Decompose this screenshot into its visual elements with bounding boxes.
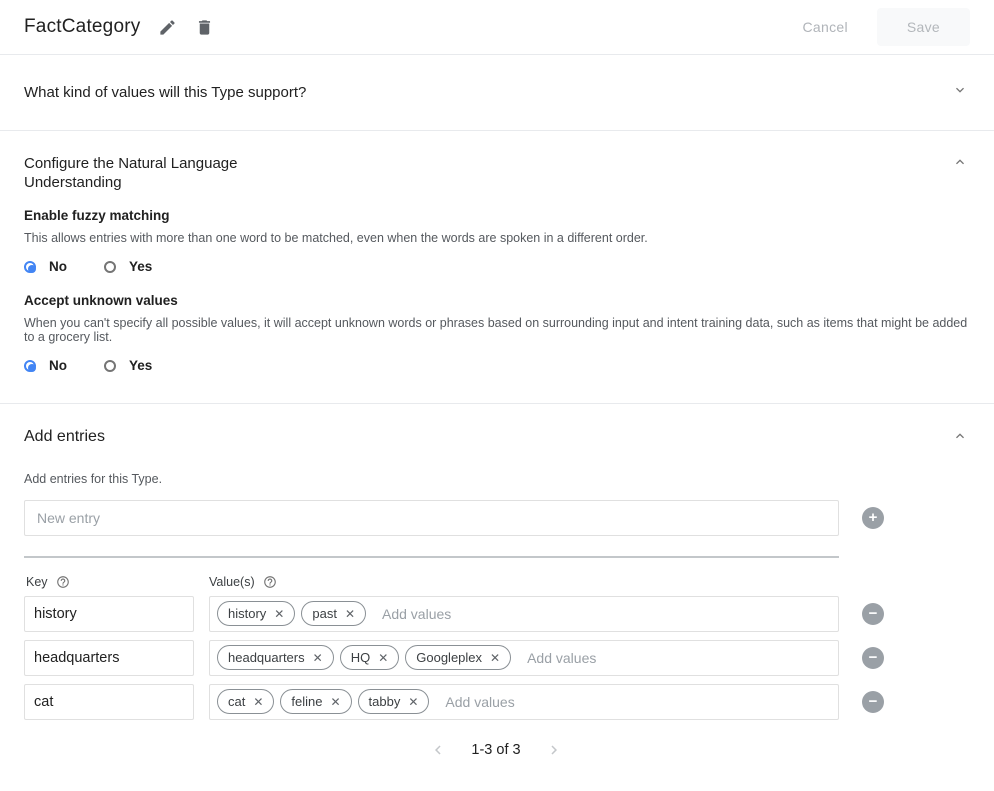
help-icon[interactable] (263, 575, 277, 589)
entry-rows: history ✕ past ✕ Add values − headquarters ✕… (24, 596, 968, 720)
chip-label: cat (228, 694, 245, 709)
minus-icon: − (869, 692, 878, 712)
add-entries-description: Add entries for this Type. (24, 472, 968, 486)
chevron-up-icon[interactable] (952, 154, 968, 175)
edit-icon[interactable] (158, 18, 177, 37)
chip-label: Googleplex (416, 650, 482, 665)
remove-entry-button[interactable]: − (862, 603, 884, 625)
cancel-button[interactable]: Cancel (790, 11, 859, 43)
entry-key-input[interactable] (24, 596, 194, 632)
chip-remove-icon[interactable]: ✕ (253, 696, 263, 708)
page-title: FactCategory (24, 16, 140, 38)
unknown-radio-yes[interactable]: Yes (104, 358, 152, 373)
chip-label: feline (291, 694, 322, 709)
add-values-placeholder[interactable]: Add values (527, 650, 596, 666)
fuzzy-matching-radio-group: No Yes (24, 257, 968, 277)
chevron-down-icon[interactable] (952, 82, 968, 103)
radio-unselected-icon (104, 360, 116, 372)
unknown-values-label: Accept unknown values (24, 293, 968, 308)
add-entries-title: Add entries (24, 428, 105, 446)
entry-values-box[interactable]: history ✕ past ✕ Add values (209, 596, 839, 632)
unknown-radio-yes-label: Yes (129, 358, 152, 373)
fuzzy-matching-description: This allows entries with more than one w… (24, 231, 968, 246)
remove-entry-button[interactable]: − (862, 691, 884, 713)
value-chip[interactable]: headquarters ✕ (217, 645, 334, 670)
chevron-right-icon (545, 741, 563, 759)
radio-unselected-icon (104, 261, 116, 273)
fuzzy-radio-yes[interactable]: Yes (104, 259, 152, 274)
help-icon[interactable] (56, 575, 70, 589)
radio-selected-icon (24, 360, 36, 372)
next-page-button[interactable] (541, 741, 567, 759)
fuzzy-radio-no-label: No (49, 259, 67, 274)
page-range-label: 1-3 of 3 (471, 742, 520, 758)
chip-list: headquarters ✕ HQ ✕ Googleplex ✕ (217, 645, 517, 670)
chip-label: history (228, 606, 266, 621)
section-values-support-title: What kind of values will this Type suppo… (24, 84, 306, 101)
save-button[interactable]: Save (877, 8, 970, 46)
section-nlu-title: Configure the Natural Language Understan… (24, 154, 264, 192)
chip-label: headquarters (228, 650, 305, 665)
minus-icon: − (869, 604, 878, 624)
entry-row: headquarters ✕ HQ ✕ Googleplex ✕ Add values − (24, 640, 968, 676)
value-chip[interactable]: feline ✕ (280, 689, 351, 714)
header: FactCategory Cancel Save (0, 0, 994, 55)
value-chip[interactable]: tabby ✕ (358, 689, 430, 714)
previous-page-button[interactable] (425, 741, 451, 759)
minus-icon: − (869, 648, 878, 668)
unknown-radio-no-label: No (49, 358, 67, 373)
pagination: 1-3 of 3 (24, 736, 968, 764)
section-add-entries: Add entries Add entries for this Type. +… (0, 404, 994, 764)
chip-label: tabby (369, 694, 401, 709)
unknown-values-description: When you can't specify all possible valu… (24, 316, 968, 345)
chip-label: HQ (351, 650, 371, 665)
section-nlu: Configure the Natural Language Understan… (0, 131, 994, 404)
value-chip[interactable]: Googleplex ✕ (405, 645, 511, 670)
chevron-left-icon (429, 741, 447, 759)
plus-icon: + (869, 508, 878, 528)
entry-key-input[interactable] (24, 640, 194, 676)
values-column-label: Value(s) (209, 575, 255, 589)
radio-selected-icon (24, 261, 36, 273)
value-chip[interactable]: history ✕ (217, 601, 295, 626)
fuzzy-matching-label: Enable fuzzy matching (24, 208, 968, 223)
fuzzy-radio-no[interactable]: No (24, 259, 67, 274)
unknown-values-radio-group: No Yes (24, 356, 968, 376)
add-entry-button[interactable]: + (862, 507, 884, 529)
key-column-label: Key (26, 575, 48, 589)
chip-remove-icon[interactable]: ✕ (274, 608, 284, 620)
section-values-support[interactable]: What kind of values will this Type suppo… (0, 55, 994, 131)
add-values-placeholder[interactable]: Add values (445, 694, 514, 710)
value-chip[interactable]: HQ ✕ (340, 645, 400, 670)
entry-values-box[interactable]: headquarters ✕ HQ ✕ Googleplex ✕ Add values (209, 640, 839, 676)
chip-label: past (312, 606, 337, 621)
delete-icon[interactable] (195, 18, 214, 37)
entries-divider (24, 556, 839, 558)
chip-list: history ✕ past ✕ (217, 601, 372, 626)
entry-row: history ✕ past ✕ Add values − (24, 596, 968, 632)
add-values-placeholder[interactable]: Add values (382, 606, 451, 622)
value-chip[interactable]: cat ✕ (217, 689, 274, 714)
value-chip[interactable]: past ✕ (301, 601, 366, 626)
entry-values-box[interactable]: cat ✕ feline ✕ tabby ✕ Add values (209, 684, 839, 720)
chip-remove-icon[interactable]: ✕ (330, 696, 340, 708)
remove-entry-button[interactable]: − (862, 647, 884, 669)
chip-remove-icon[interactable]: ✕ (345, 608, 355, 620)
chip-remove-icon[interactable]: ✕ (378, 652, 388, 664)
unknown-radio-no[interactable]: No (24, 358, 67, 373)
chevron-up-icon[interactable] (952, 428, 968, 449)
fuzzy-radio-yes-label: Yes (129, 259, 152, 274)
entry-row: cat ✕ feline ✕ tabby ✕ Add values − (24, 684, 968, 720)
new-entry-input[interactable] (24, 500, 839, 536)
chip-remove-icon[interactable]: ✕ (313, 652, 323, 664)
chip-remove-icon[interactable]: ✕ (408, 696, 418, 708)
chip-remove-icon[interactable]: ✕ (490, 652, 500, 664)
chip-list: cat ✕ feline ✕ tabby ✕ (217, 689, 435, 714)
entry-key-input[interactable] (24, 684, 194, 720)
